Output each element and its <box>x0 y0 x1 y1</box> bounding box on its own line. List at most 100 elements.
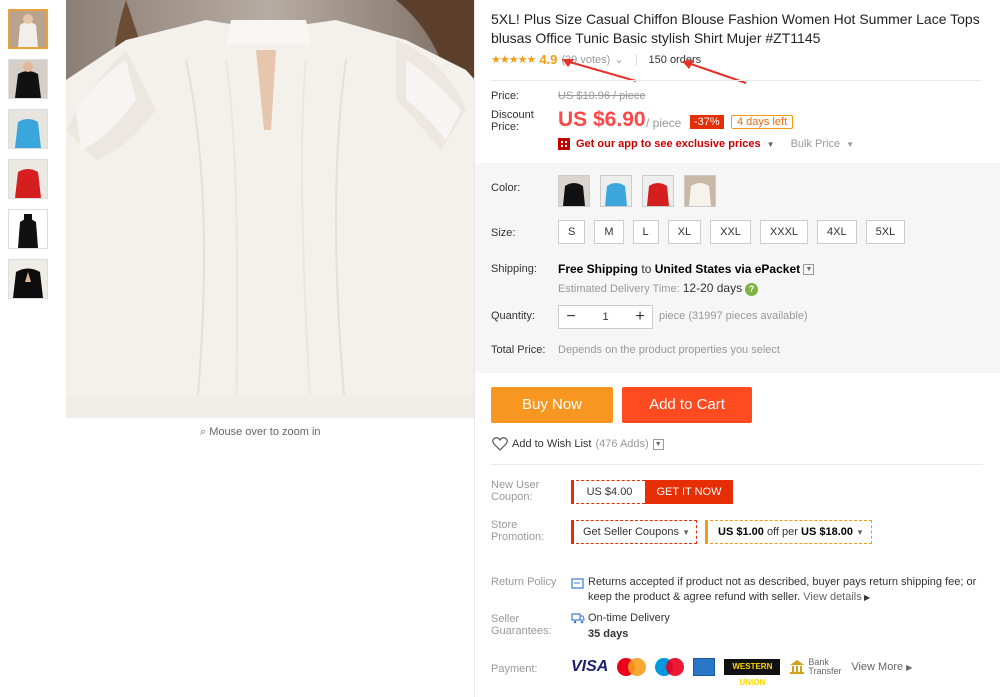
size-label: Size: <box>491 227 516 239</box>
chevron-down-icon[interactable]: ▼ <box>652 438 664 450</box>
shipping-to: to <box>641 262 652 276</box>
bank-transfer-icon: Bank Transfer <box>789 658 842 676</box>
mastercard-icon <box>617 658 647 676</box>
quantity-input[interactable]: 1 <box>583 311 628 323</box>
amex-icon <box>693 658 716 676</box>
caret-down-icon[interactable]: ▼ <box>767 140 775 149</box>
current-price: US $6.90 <box>558 108 646 131</box>
seller-guarantees-label: Seller Guarantees: <box>491 613 552 637</box>
size-option[interactable]: S <box>558 220 586 244</box>
quantity-label: Quantity: <box>491 310 536 322</box>
app-promo-link[interactable]: Get our app to see exclusive prices <box>576 138 761 150</box>
add-to-wishlist-link[interactable]: Add to Wish List <box>512 438 591 450</box>
shipping-info: Free Shipping to United States via ePack… <box>558 262 815 276</box>
return-policy-label: Return Policy <box>491 576 557 588</box>
guarantee-ontime: On-time Delivery <box>588 612 670 624</box>
size-option[interactable]: 5XL <box>865 220 906 244</box>
store-promotion-label: Store Promotion: <box>491 519 545 543</box>
bank-icon <box>790 660 805 674</box>
size-options: S M L XL XXL XXXL 4XL 5XL <box>558 220 906 244</box>
divider <box>491 464 983 465</box>
color-swatch-white[interactable] <box>684 175 716 207</box>
western-union-icon: WESTERN UNION <box>724 659 781 687</box>
bulk-price-link[interactable]: Bulk Price <box>791 138 841 150</box>
return-policy-body: Returns accepted if product not as descr… <box>588 576 977 603</box>
color-label: Color: <box>491 182 521 194</box>
delivery-truck-icon <box>571 613 585 624</box>
size-option[interactable]: XXL <box>710 220 751 244</box>
maestro-icon <box>655 658 685 676</box>
promo-mid: off per <box>766 526 798 538</box>
view-details-link[interactable]: View details <box>803 591 862 603</box>
total-price-info: Depends on the product properties you se… <box>558 344 780 356</box>
zoom-hint-text: Mouse over to zoom in <box>209 426 321 438</box>
caret-right-icon: ▶ <box>906 662 913 672</box>
thumbnail-black-collar[interactable] <box>8 209 48 249</box>
size-option[interactable]: XL <box>667 220 702 244</box>
bank-transfer-text: Bank Transfer <box>808 657 842 676</box>
promo-amount: US $1.00 <box>718 526 764 538</box>
buy-now-button[interactable]: Buy Now <box>491 387 613 423</box>
size-option[interactable]: XXXL <box>759 220 809 244</box>
coupon-value: US $4.00 <box>571 480 645 504</box>
return-box-icon <box>571 578 584 589</box>
main-product-image[interactable] <box>66 0 475 418</box>
promo-minimum: US $18.00 <box>801 526 853 538</box>
minus-button[interactable]: − <box>559 306 583 328</box>
total-price-label: Total Price: <box>491 344 546 356</box>
store-promotion-offer[interactable]: US $1.00 off per US $18.00 ▼ <box>705 520 872 544</box>
size-option[interactable]: 4XL <box>817 220 857 244</box>
thumbnail-white[interactable] <box>8 9 48 49</box>
thumbnail-black[interactable] <box>8 59 48 99</box>
payment-label: Payment: <box>491 663 538 675</box>
discount-price-label: Discount Price: <box>491 109 534 133</box>
days-left-badge: 4 days left <box>731 115 794 129</box>
new-user-coupon: US $4.00 GET IT NOW <box>571 480 733 504</box>
price-label: Price: <box>491 90 520 102</box>
thumbnail-red[interactable] <box>8 159 48 199</box>
quantity-stepper: − 1 + <box>558 305 653 329</box>
shipping-label: Shipping: <box>491 263 537 275</box>
caret-right-icon: ▶ <box>861 593 871 602</box>
product-title: 5XL! Plus Size Casual Chiffon Blouse Fas… <box>491 11 980 46</box>
color-swatches <box>558 175 716 207</box>
estimated-delivery-label: Estimated Delivery Time: <box>558 283 680 295</box>
visa-icon: VISA <box>571 658 609 675</box>
seller-coupons-text: Get Seller Coupons <box>583 526 679 538</box>
magnifier-icon: ⌕ <box>200 426 207 438</box>
return-policy-text: Returns accepted if product not as descr… <box>588 575 988 605</box>
help-icon[interactable]: ? <box>745 282 759 296</box>
wishlist-count: (476 Adds) <box>595 438 649 450</box>
caret-down-icon[interactable]: ▼ <box>846 140 854 149</box>
discount-badge: -37% <box>690 115 724 129</box>
heart-icon[interactable] <box>492 437 508 451</box>
view-more-link[interactable]: View More <box>851 661 903 673</box>
free-shipping-text: Free Shipping <box>558 262 639 276</box>
app-promo-row: Get our app to see exclusive prices ▼ Bu… <box>558 138 854 150</box>
size-option[interactable]: L <box>632 220 659 244</box>
zoom-hint: ⌕ Mouse over to zoom in <box>200 426 321 439</box>
color-swatch-blue[interactable] <box>600 175 632 207</box>
seller-coupons-dropdown[interactable]: Get Seller Coupons ▼ <box>571 520 697 544</box>
rating-score[interactable]: 4.9 <box>539 52 557 67</box>
estimated-delivery: Estimated Delivery Time: 12-20 days ? <box>558 281 759 296</box>
size-option[interactable]: M <box>594 220 624 244</box>
original-price: US $10.96 / piece <box>558 90 646 102</box>
qr-code-icon <box>558 138 570 150</box>
color-swatch-red[interactable] <box>642 175 674 207</box>
price-unit: / piece <box>646 116 682 130</box>
plus-button[interactable]: + <box>628 306 652 328</box>
get-it-now-button[interactable]: GET IT NOW <box>645 480 733 504</box>
payment-methods: VISA WESTERN UNION Bank Transfer View Mo… <box>571 658 913 688</box>
shipping-destination[interactable]: United States via ePacket <box>655 262 800 276</box>
thumbnail-blue[interactable] <box>8 109 48 149</box>
caret-down-icon: ▼ <box>856 528 864 537</box>
thumbnail-black-keyhole[interactable] <box>8 259 48 299</box>
annotation-arrow-icon <box>682 60 747 84</box>
wishlist-row: Add to Wish List (476 Adds) ▼ <box>492 437 664 451</box>
color-swatch-black[interactable] <box>558 175 590 207</box>
chevron-down-icon[interactable]: ▼ <box>803 264 815 276</box>
add-to-cart-button[interactable]: Add to Cart <box>622 387 752 423</box>
guarantee-days: 35 days <box>588 628 629 640</box>
estimated-delivery-days: 12-20 days <box>682 281 743 295</box>
